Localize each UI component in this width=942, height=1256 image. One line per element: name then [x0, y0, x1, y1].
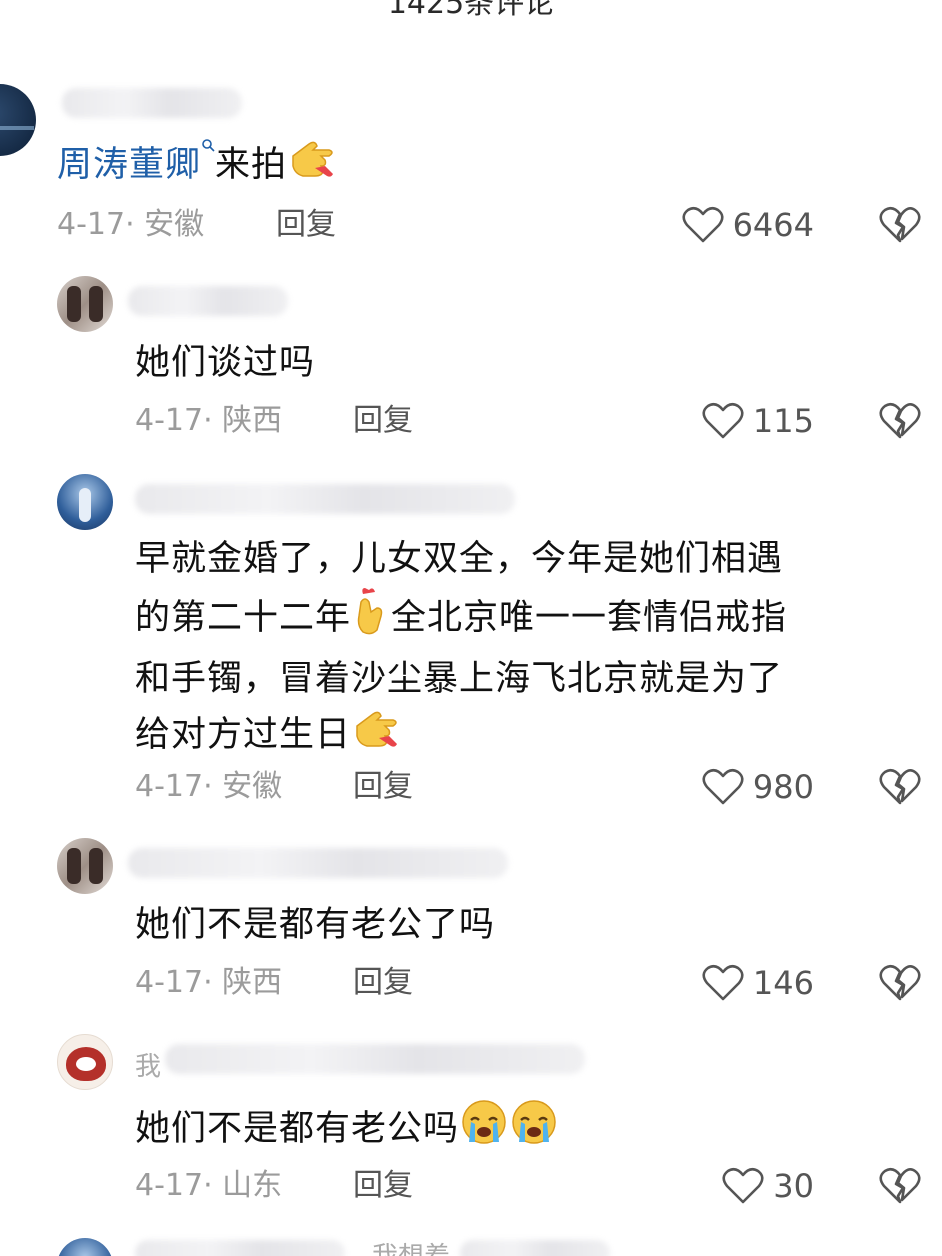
comment-count-title: 1425条评论: [387, 0, 555, 21]
heart-outline-icon: [722, 1167, 764, 1204]
heart-outline-icon: [702, 964, 744, 1001]
search-icon: [202, 139, 215, 152]
broken-heart-icon[interactable]: [878, 205, 922, 245]
comment-meta: 4-17· 安徽: [57, 207, 205, 242]
mention-link[interactable]: 周涛董卿: [57, 139, 215, 185]
comment-text: 她们不是都有老公了吗: [135, 905, 496, 945]
comment-meta: 4-17· 山东: [135, 1168, 283, 1203]
reply-button[interactable]: 回复: [353, 963, 413, 1003]
like-button[interactable]: 980: [701, 765, 814, 809]
avatar[interactable]: [57, 474, 113, 530]
like-button[interactable]: 115: [701, 399, 814, 443]
username-partial[interactable]: 我想着: [372, 1242, 450, 1256]
like-count: 115: [752, 402, 814, 440]
reply-button[interactable]: 回复: [353, 401, 413, 441]
like-count: 30: [773, 1167, 814, 1205]
like-button[interactable]: 146: [701, 961, 814, 1005]
broken-heart-icon[interactable]: [878, 1166, 922, 1206]
loudly-crying-face-emoji: [459, 1098, 559, 1162]
comment-text: 她们不是都有老公吗: [135, 1098, 559, 1162]
broken-heart-icon[interactable]: [878, 963, 922, 1003]
broken-heart-icon[interactable]: [878, 767, 922, 807]
comment-text: 周涛董卿 来拍: [57, 136, 339, 196]
like-count: 146: [752, 964, 814, 1002]
comment-text: 她们谈过吗: [135, 343, 316, 383]
like-count: 6464: [732, 206, 814, 244]
comment-meta: 4-17· 陕西: [135, 403, 283, 438]
avatar[interactable]: [57, 1034, 113, 1090]
username-blurred[interactable]: [62, 88, 242, 118]
like-button[interactable]: 30: [721, 1164, 814, 1208]
username-blurred[interactable]: [135, 484, 515, 514]
reply-button[interactable]: 回复: [276, 205, 336, 245]
avatar[interactable]: [57, 838, 113, 894]
heart-outline-icon: [702, 402, 744, 439]
comment-meta: 4-17· 陕西: [135, 965, 283, 1000]
pointing-hand-emoji: [287, 136, 339, 196]
reply-button[interactable]: 回复: [353, 1166, 413, 1206]
broken-heart-icon[interactable]: [878, 401, 922, 441]
crossed-fingers-heart-emoji: [351, 586, 391, 652]
like-count: 980: [752, 768, 814, 806]
like-button[interactable]: 6464: [681, 203, 814, 247]
username-partial[interactable]: 我: [135, 1052, 161, 1082]
username-blurred[interactable]: [135, 1240, 345, 1256]
avatar[interactable]: [0, 84, 36, 156]
username-blurred[interactable]: [128, 286, 288, 316]
comment-text: 早就金婚了，儿女双全，今年是她们相遇 的第二十二年 全北京唯一一套情侣戒指 和手镯…: [135, 532, 787, 766]
avatar[interactable]: [57, 1238, 113, 1256]
avatar[interactable]: [57, 276, 113, 332]
comment-meta: 4-17· 安徽: [135, 769, 283, 804]
heart-outline-icon: [702, 768, 744, 805]
heart-outline-icon: [682, 206, 724, 243]
comment-page: 1425条评论 周涛董卿 来拍 4-17· 安徽 回复 6464 她们谈过吗 4-…: [0, 0, 942, 1256]
reply-button[interactable]: 回复: [353, 767, 413, 807]
username-blurred[interactable]: [460, 1240, 610, 1256]
username-blurred[interactable]: [128, 848, 508, 878]
username-blurred[interactable]: [165, 1044, 585, 1074]
pointing-hand-emoji: [351, 706, 403, 766]
